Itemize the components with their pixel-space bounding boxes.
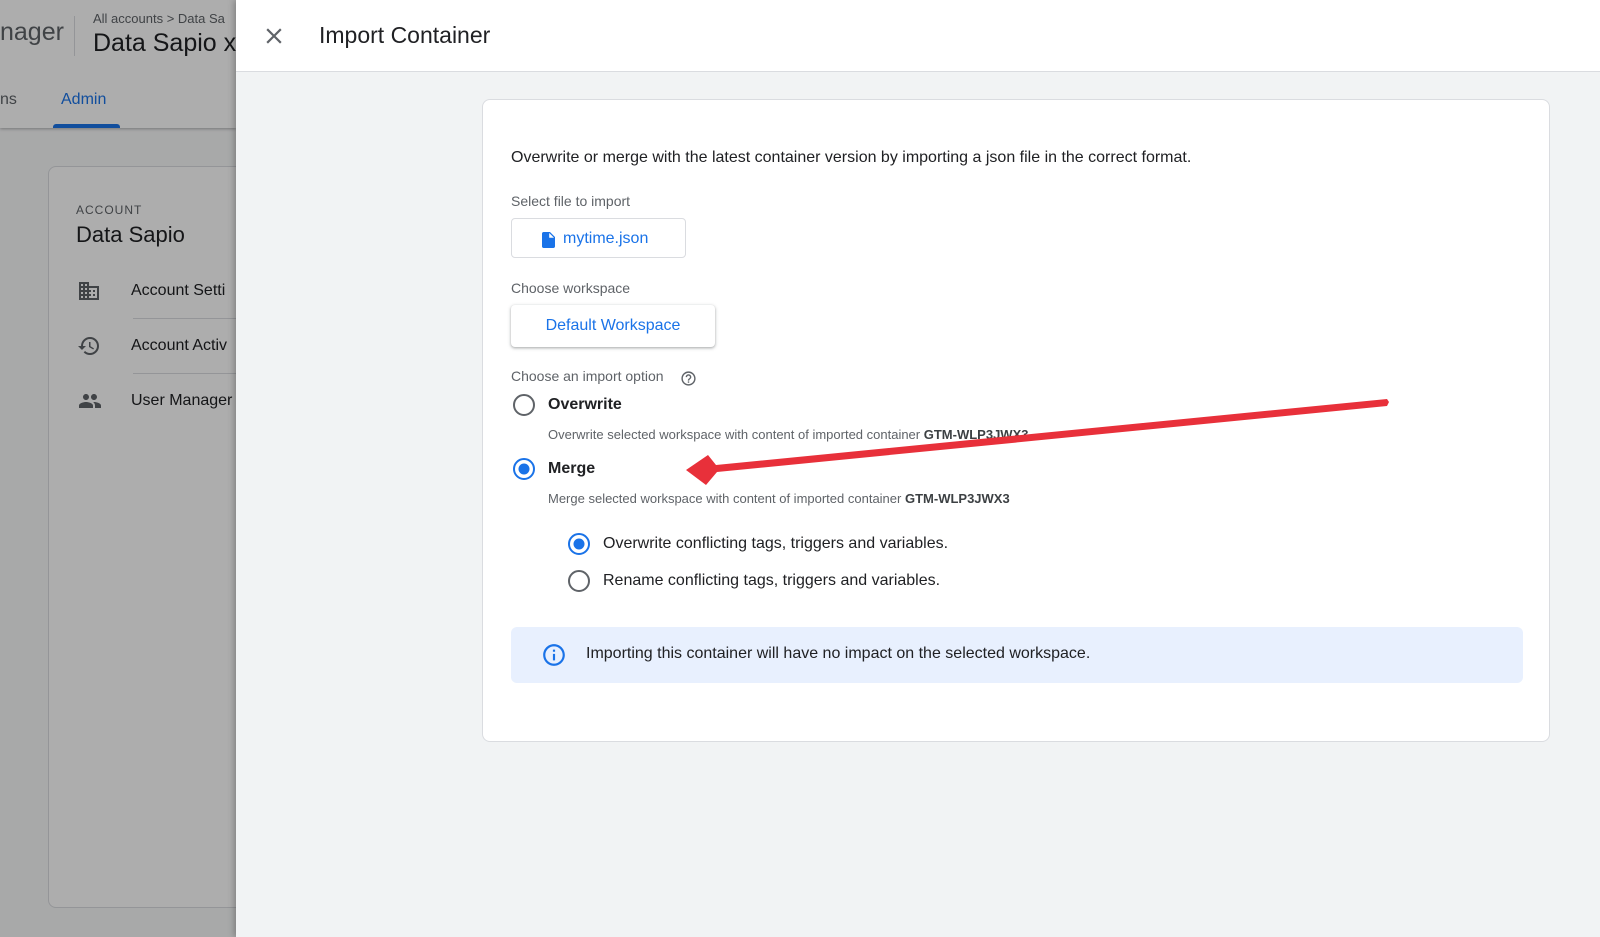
help-icon[interactable]	[680, 370, 697, 387]
panel-header: Import Container	[236, 0, 1600, 72]
rename-conflicting-label: Rename conflicting tags, triggers and va…	[603, 572, 941, 589]
info-message: Importing this container will have no im…	[586, 645, 1091, 662]
rename-conflicting-radio[interactable]	[567, 569, 591, 593]
workspace-name: Default Workspace	[545, 317, 681, 334]
modal-scrim[interactable]	[0, 0, 236, 937]
overwrite-option-title: Overwrite	[548, 396, 622, 413]
import-container-panel: Import Container Overwrite or merge with…	[236, 0, 1600, 937]
overwrite-radio[interactable]	[512, 393, 536, 417]
choose-workspace-button[interactable]: Default Workspace	[511, 305, 715, 347]
workspace-label: Choose workspace	[511, 280, 631, 296]
import-form-card: Overwrite or merge with the latest conta…	[482, 99, 1550, 742]
panel-title: Import Container	[319, 22, 491, 48]
close-icon	[266, 28, 282, 44]
background-app: nager All accounts > Data Sa Data Sapio …	[0, 0, 236, 937]
info-icon	[543, 644, 565, 666]
file-name: mytime.json	[563, 230, 649, 247]
file-icon	[542, 232, 555, 248]
info-banner: Importing this container will have no im…	[511, 627, 1523, 683]
merge-option-description: Merge selected workspace with content of…	[548, 491, 1010, 506]
overwrite-conflicting-label: Overwrite conflicting tags, triggers and…	[603, 535, 949, 552]
merge-radio[interactable]	[512, 457, 536, 481]
container-id: GTM-WLP3JWX3	[904, 491, 1010, 506]
merge-option-title: Merge	[548, 460, 596, 477]
close-button[interactable]	[261, 23, 287, 49]
container-id: GTM-WLP3JWX3	[923, 427, 1029, 442]
import-option-label: Choose an import option	[511, 368, 664, 384]
select-file-button[interactable]: mytime.json	[511, 218, 686, 258]
overwrite-option-description: Overwrite selected workspace with conten…	[548, 427, 1029, 442]
overwrite-conflicting-radio[interactable]	[567, 532, 591, 556]
intro-text: Overwrite or merge with the latest conta…	[511, 149, 1192, 166]
file-label: Select file to import	[511, 193, 631, 209]
